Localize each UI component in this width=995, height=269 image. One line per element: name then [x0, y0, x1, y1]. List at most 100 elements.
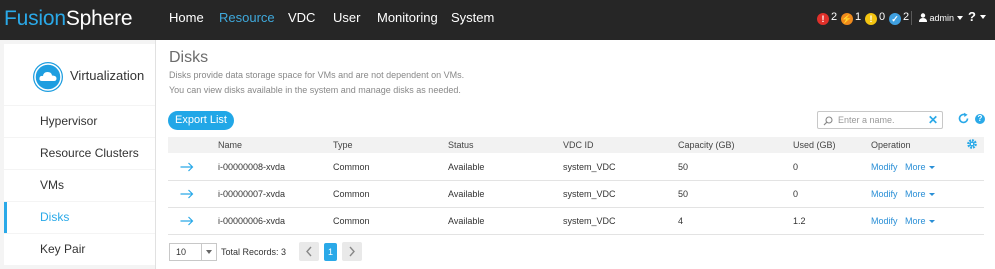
critical-alarm[interactable]: ! 2: [817, 10, 837, 25]
sidebar-item-label: VMs: [40, 178, 64, 192]
minor-alarm-icon: !: [865, 13, 877, 25]
chevron-down-icon: [928, 193, 935, 196]
current-page[interactable]: 1: [324, 243, 337, 261]
cell-vdc-id: system_VDC: [563, 162, 616, 172]
sidebar-item-label: Key Pair: [40, 242, 86, 256]
arrow-right-icon[interactable]: [180, 162, 194, 172]
cell-name: i-00000008-xvda: [218, 162, 286, 172]
help-icon: ?: [968, 9, 976, 24]
chevron-right-icon: [349, 246, 355, 257]
page-title: Disks: [169, 49, 209, 66]
user-name: admin: [929, 13, 955, 23]
modify-link[interactable]: Modify: [871, 154, 898, 181]
help-question-icon[interactable]: ?: [975, 114, 985, 124]
sidebar-item-label: Hypervisor: [40, 114, 98, 128]
cell-type: Common: [333, 189, 370, 199]
sidebar-item-hypervisor[interactable]: Hypervisor: [4, 106, 155, 137]
table-row: i-00000006-xvda Common Available system_…: [168, 208, 984, 235]
user-icon: [919, 13, 927, 22]
cell-type: Common: [333, 162, 370, 172]
fusionsphere-logo[interactable]: FusionSphere: [4, 7, 133, 31]
total-records: Total Records: 3: [221, 247, 287, 257]
chevron-down-icon: [928, 220, 935, 223]
minor-alarm[interactable]: ! 0: [865, 10, 885, 25]
cell-vdc-id: system_VDC: [563, 189, 616, 199]
page-description-line-2: You can view disks available in the syst…: [169, 85, 461, 95]
topbar-divider: [911, 11, 912, 25]
chevron-left-icon: [306, 246, 312, 257]
chevron-down-icon: [928, 166, 935, 169]
sidebar-item-vms[interactable]: VMs: [4, 170, 155, 201]
chevron-down-icon: [956, 16, 963, 20]
more-dropdown[interactable]: More: [905, 208, 935, 235]
more-dropdown[interactable]: More: [905, 181, 935, 208]
cell-capacity: 50: [678, 162, 689, 172]
search-input[interactable]: Enter a name.: [838, 115, 895, 125]
major-alarm[interactable]: ⚡ 1: [841, 10, 861, 25]
sidebar-item-label: Disks: [40, 210, 70, 224]
cell-used: 0: [793, 189, 799, 199]
column-header-vdc-id[interactable]: VDC ID: [563, 137, 594, 153]
sidebar-item-key-pair[interactable]: Key Pair: [4, 234, 155, 265]
page-size-select[interactable]: 10: [169, 243, 217, 261]
column-header-name[interactable]: Name: [218, 137, 242, 153]
logo-sphere-text: Sphere: [65, 7, 133, 30]
column-header-capacity[interactable]: Capacity (GB): [678, 137, 735, 153]
more-dropdown[interactable]: More: [905, 154, 935, 181]
cell-capacity: 50: [678, 189, 689, 199]
cell-vdc-id: system_VDC: [563, 216, 616, 226]
nav-user[interactable]: User: [333, 0, 360, 36]
help-menu[interactable]: ?: [968, 9, 986, 25]
nav-resource[interactable]: Resource: [219, 0, 275, 36]
arrow-right-icon[interactable]: [180, 189, 194, 199]
cell-status: Available: [448, 216, 485, 226]
nav-home[interactable]: Home: [169, 0, 204, 36]
column-header-used[interactable]: Used (GB): [793, 137, 836, 153]
nav-vdc[interactable]: VDC: [288, 0, 315, 36]
previous-page-button[interactable]: [299, 242, 319, 261]
critical-alarm-count: 2: [831, 11, 838, 23]
user-menu[interactable]: admin: [919, 11, 963, 25]
sidebar: Virtualization Hypervisor Resource Clust…: [0, 40, 156, 269]
sidebar-item-resource-clusters[interactable]: Resource Clusters: [4, 138, 155, 169]
page-size-value: 10: [176, 247, 187, 257]
warning-alarm[interactable]: ✓ 2: [889, 10, 909, 25]
cell-type: Common: [333, 216, 370, 226]
search-icon: [823, 116, 833, 126]
column-header-type[interactable]: Type: [333, 137, 353, 153]
column-header-operation: Operation: [871, 140, 911, 150]
cell-status: Available: [448, 189, 485, 199]
sidebar-header: Virtualization: [4, 44, 155, 105]
warning-alarm-count: 2: [903, 11, 910, 23]
column-header-status[interactable]: Status: [448, 137, 474, 153]
cell-used: 1.2: [793, 216, 806, 226]
cell-used: 0: [793, 162, 799, 172]
cell-status: Available: [448, 162, 485, 172]
critical-alarm-icon: !: [817, 13, 829, 25]
arrow-right-icon[interactable]: [180, 216, 194, 226]
top-bar: FusionSphere Home Resource VDC User Moni…: [0, 0, 995, 40]
more-label: More: [905, 162, 926, 172]
logo-fusion-text: Fusion: [4, 7, 66, 30]
clear-icon[interactable]: ✕: [928, 113, 938, 127]
chevron-down-icon: [979, 15, 986, 19]
minor-alarm-count: 0: [879, 11, 886, 23]
cell-name: i-00000006-xvda: [218, 216, 286, 226]
search-box: Enter a name. ✕: [817, 111, 943, 129]
nav-monitoring[interactable]: Monitoring: [377, 0, 438, 36]
sidebar-item-disks[interactable]: Disks: [4, 202, 155, 233]
virtualization-cloud-icon: [33, 62, 63, 92]
export-list-button[interactable]: Export List: [168, 111, 234, 130]
table-row: i-00000007-xvda Common Available system_…: [168, 181, 984, 208]
nav-system[interactable]: System: [451, 0, 494, 36]
modify-link[interactable]: Modify: [871, 181, 898, 208]
warning-alarm-icon: ✓: [889, 13, 901, 25]
table-header: Name Type Status VDC ID Capacity (GB) Us…: [168, 137, 984, 153]
chevron-down-icon: [201, 244, 216, 260]
more-label: More: [905, 189, 926, 199]
refresh-icon[interactable]: [957, 112, 970, 125]
gear-icon[interactable]: [966, 138, 978, 150]
next-page-button[interactable]: [342, 242, 362, 261]
more-label: More: [905, 216, 926, 226]
modify-link[interactable]: Modify: [871, 208, 898, 235]
